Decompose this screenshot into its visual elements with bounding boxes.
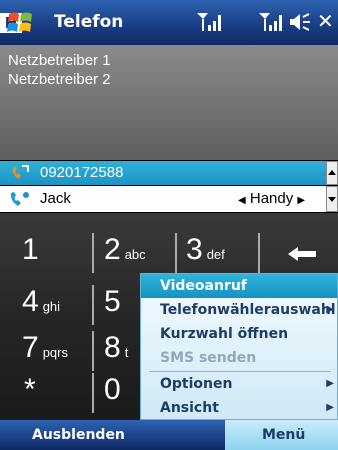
title-bar: Telefon H ✕ bbox=[0, 0, 338, 45]
contact-type-selector[interactable]: ◀ Handy ▶ bbox=[238, 190, 305, 207]
submenu-arrow-icon: ▶ bbox=[326, 304, 334, 315]
chevron-left-icon[interactable]: ◀ bbox=[238, 195, 246, 206]
submenu-arrow-icon: ▶ bbox=[326, 378, 334, 389]
close-icon[interactable]: ✕ bbox=[317, 9, 334, 33]
windows-flag-icon[interactable] bbox=[6, 8, 36, 38]
app-title: Telefon bbox=[54, 12, 124, 32]
contact-phone-icon bbox=[10, 192, 29, 206]
contact-name: Jack bbox=[40, 190, 71, 207]
key-4[interactable]: 4 ghi bbox=[22, 285, 60, 319]
speaker-icon[interactable] bbox=[288, 11, 312, 33]
menu-item-kurzwahl[interactable]: Kurzwahl öffnen bbox=[141, 322, 337, 346]
menu-item-sms-senden: SMS senden bbox=[160, 350, 257, 366]
key-5[interactable]: 5 bbox=[104, 285, 121, 319]
operator-1: Netzbetreiber 1 bbox=[8, 52, 111, 69]
key-2[interactable]: 2 abc bbox=[104, 233, 146, 267]
signal-strength-icon-2[interactable] bbox=[258, 11, 284, 33]
key-8[interactable]: 8t bbox=[104, 331, 128, 365]
key-0[interactable]: 0 bbox=[104, 373, 121, 407]
chevron-right-icon[interactable]: ▶ bbox=[297, 195, 305, 206]
backspace-arrow-icon[interactable] bbox=[286, 245, 318, 263]
dialed-number-row[interactable]: 0920172588 bbox=[0, 161, 326, 185]
scroll-up-button[interactable] bbox=[326, 161, 338, 185]
key-3[interactable]: 3 def bbox=[186, 233, 225, 267]
operator-2: Netzbetreiber 2 bbox=[8, 71, 111, 88]
menu-item-optionen[interactable]: Optionen ▶ bbox=[141, 372, 337, 396]
key-1[interactable]: 1 bbox=[22, 233, 43, 267]
softkey-left[interactable]: Ausblenden bbox=[32, 427, 125, 443]
dialed-number: 0920172588 bbox=[40, 164, 124, 181]
menu-item-ansicht[interactable]: Ansicht ▶ bbox=[141, 396, 337, 420]
call-log-icon bbox=[12, 165, 29, 179]
softkey-right[interactable]: Menü bbox=[262, 427, 305, 443]
context-menu: Videoanruf Telefonwählerauswahl ▶ Kurzwah… bbox=[140, 273, 338, 420]
signal-strength-icon[interactable] bbox=[196, 11, 224, 33]
key-7[interactable]: 7 pqrs bbox=[22, 331, 68, 365]
scroll-down-button[interactable] bbox=[326, 186, 338, 212]
contact-type-label: Handy bbox=[249, 190, 294, 207]
key-star[interactable]: * bbox=[24, 373, 36, 407]
menu-item-videoanruf[interactable]: Videoanruf bbox=[141, 274, 337, 298]
submenu-arrow-icon: ▶ bbox=[326, 402, 334, 413]
softkey-bar: Ausblenden Menü bbox=[0, 420, 338, 450]
contact-row[interactable]: Jack ◀ Handy ▶ bbox=[0, 186, 326, 212]
menu-item-telefonwaehlerauswahl[interactable]: Telefonwählerauswahl ▶ bbox=[141, 298, 337, 322]
operator-area: Netzbetreiber 1 Netzbetreiber 2 bbox=[0, 45, 338, 160]
